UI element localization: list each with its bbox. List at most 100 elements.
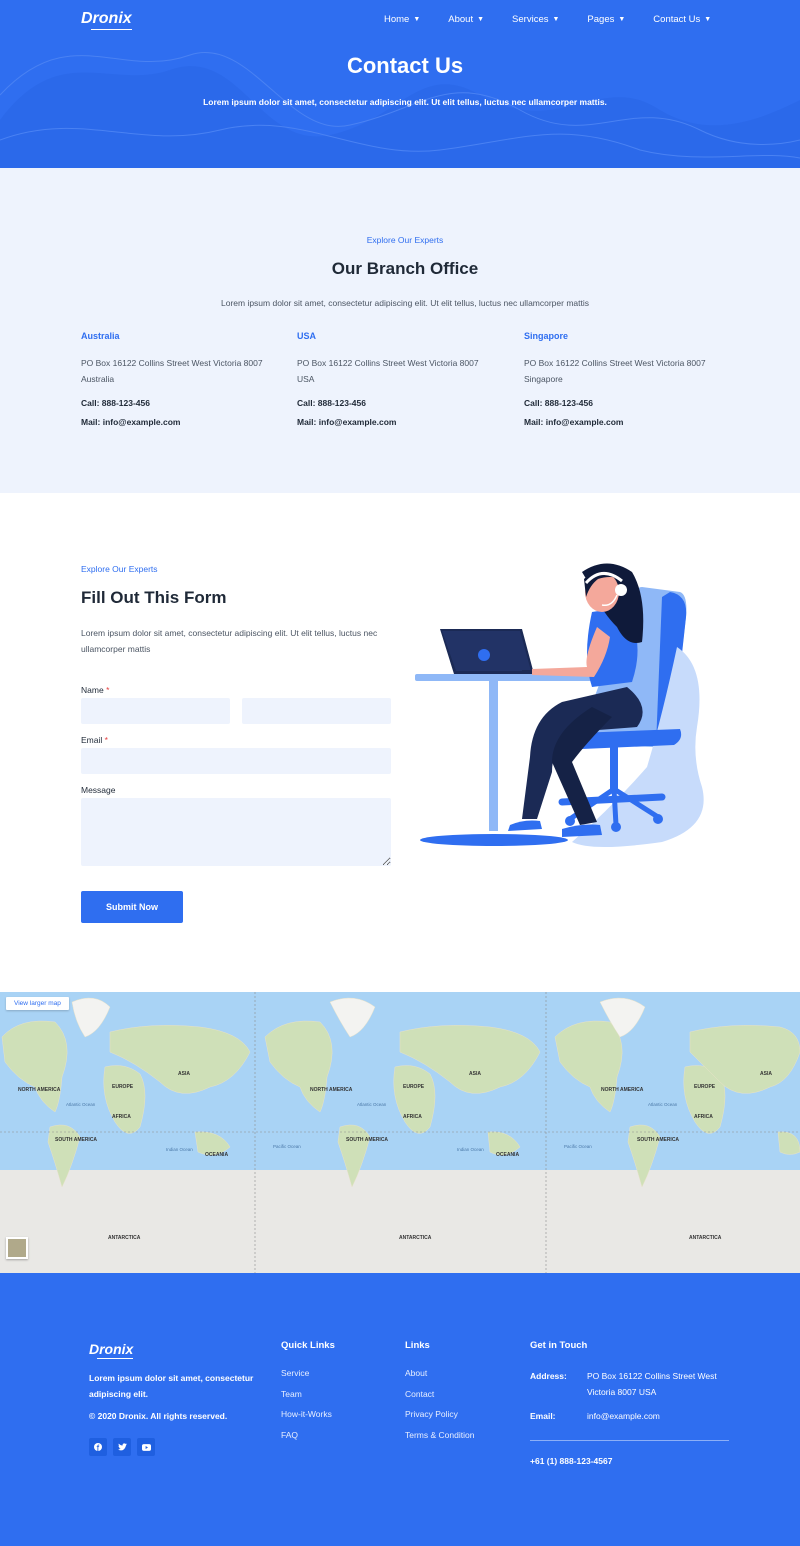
footer-copyright: © 2020 Dronix. All rights reserved.: [89, 1411, 228, 1421]
chevron-down-icon: ▼: [704, 16, 712, 23]
nav-item-pages[interactable]: Pages ▼: [587, 14, 625, 25]
footer-email-value[interactable]: info@example.com: [587, 1408, 727, 1424]
last-name-input[interactable]: [242, 698, 391, 724]
office-email[interactable]: Mail: info@example.com: [524, 417, 724, 427]
footer-address-key: Address:: [530, 1371, 567, 1381]
nav-home-label: Home: [384, 14, 410, 25]
main-nav: Home ▼ About ▼ Services ▼ Pages ▼ Contact Us…: [384, 14, 711, 25]
email-label-text: Email: [81, 735, 103, 745]
name-label: Name *: [81, 685, 109, 695]
required-marker: *: [106, 685, 110, 695]
office-address: PO Box 16122 Collins Street West Victori…: [81, 358, 263, 384]
form-title: Fill Out This Form: [81, 588, 227, 607]
map-label-europe: EUROPE: [403, 1084, 425, 1090]
map-label-europe: EUROPE: [112, 1084, 134, 1090]
required-marker: *: [104, 735, 108, 745]
twitter-icon[interactable]: [113, 1438, 131, 1456]
office-email[interactable]: Mail: info@example.com: [81, 417, 281, 427]
footer-link-service[interactable]: Service: [281, 1368, 332, 1380]
message-label: Message: [81, 785, 116, 795]
map-label-south-america: SOUTH AMERICA: [637, 1137, 680, 1143]
footer-link-contact[interactable]: Contact: [405, 1389, 474, 1401]
footer-link-team[interactable]: Team: [281, 1389, 332, 1401]
page-subtitle: Lorem ipsum dolor sit amet, consectetur …: [203, 97, 607, 107]
branch-title: Our Branch Office: [331, 259, 479, 278]
map-label-asia: ASIA: [469, 1071, 481, 1077]
quick-links-title: Quick Links: [281, 1340, 335, 1351]
nav-item-services[interactable]: Services ▼: [512, 14, 559, 25]
nav-services-label: Services: [512, 14, 549, 25]
links-list: About Contact Privacy Policy Terms & Con…: [405, 1368, 474, 1441]
map-label-atlantic: Atlantic Ocean: [648, 1102, 678, 1107]
office-city: USA: [297, 331, 317, 341]
nav-item-about[interactable]: About ▼: [448, 14, 484, 25]
map-label-north-america: NORTH AMERICA: [601, 1087, 644, 1093]
site-logo[interactable]: Dronix: [81, 10, 132, 30]
page-title: Contact Us: [346, 53, 464, 78]
social-links: [89, 1438, 155, 1456]
branch-lead: Lorem ipsum dolor sit amet, consectetur …: [220, 298, 589, 308]
map-label-atlantic: Atlantic Ocean: [66, 1102, 96, 1107]
map-label-antarctica: ANTARCTICA: [689, 1235, 722, 1241]
hero-header: Dronix Home ▼ About ▼ Services ▼ Pages ▼ Con…: [0, 0, 800, 168]
footer-link-terms[interactable]: Terms & Condition: [405, 1430, 474, 1442]
office-city: Australia: [81, 331, 120, 341]
footer-email-key: Email:: [530, 1411, 556, 1421]
office-phone[interactable]: Call: 888-123-456: [81, 398, 281, 408]
form-lead: Lorem ipsum dolor sit amet, consectetur …: [81, 628, 378, 654]
map-label-south-america: SOUTH AMERICA: [346, 1137, 389, 1143]
footer-link-how-it-works[interactable]: How-it-Works: [281, 1409, 332, 1421]
support-agent-illustration: [415, 563, 704, 847]
footer-link-faq[interactable]: FAQ: [281, 1430, 332, 1442]
map-label-oceania: OCEANIA: [496, 1152, 520, 1158]
map-label-africa: AFRICA: [694, 1114, 713, 1120]
office-phone[interactable]: Call: 888-123-456: [297, 398, 497, 408]
links-title: Links: [405, 1340, 430, 1351]
office-phone[interactable]: Call: 888-123-456: [524, 398, 724, 408]
footer-phone[interactable]: +61 (1) 888-123-4567: [530, 1456, 612, 1466]
map-label-south-america: SOUTH AMERICA: [55, 1137, 98, 1143]
nav-item-contact[interactable]: Contact Us ▼: [653, 14, 711, 25]
facebook-icon[interactable]: [89, 1438, 107, 1456]
map-label-oceania: OCEANIA: [205, 1152, 229, 1158]
site-footer: Dronix Lorem ipsum dolor sit amet, conse…: [0, 1273, 800, 1546]
map-label-pacific: Pacific Ocean: [273, 1144, 301, 1149]
location-map[interactable]: View larger map NORTH AMERICA EUROPE ASI…: [0, 992, 800, 1273]
map-label-atlantic: Atlantic Ocean: [357, 1102, 387, 1107]
footer-link-about[interactable]: About: [405, 1368, 474, 1380]
chevron-down-icon: ▼: [477, 16, 485, 23]
nav-contact-label: Contact Us: [653, 14, 701, 25]
submit-button[interactable]: Submit Now: [81, 891, 183, 923]
map-label-pacific: Pacific Ocean: [564, 1144, 592, 1149]
office-email[interactable]: Mail: info@example.com: [297, 417, 497, 427]
map-label-indian: Indian Ocean: [457, 1147, 484, 1152]
office-card-usa: USA PO Box 16122 Collins Street West Vic…: [297, 331, 497, 427]
map-label-africa: AFRICA: [403, 1114, 422, 1120]
map-label-antarctica: ANTARCTICA: [108, 1235, 141, 1241]
email-label: Email *: [81, 735, 108, 745]
email-field[interactable]: [81, 748, 391, 774]
footer-logo[interactable]: Dronix: [89, 1341, 134, 1359]
map-satellite-toggle[interactable]: [6, 1237, 28, 1259]
quick-links-list: Service Team How-it-Works FAQ: [281, 1368, 332, 1441]
world-map-tiles: [0, 992, 800, 1273]
footer-link-privacy[interactable]: Privacy Policy: [405, 1409, 474, 1421]
map-label-antarctica: ANTARCTICA: [399, 1235, 432, 1241]
map-label-north-america: NORTH AMERICA: [310, 1087, 353, 1093]
contact-form-section: Explore Our Experts Fill Out This Form L…: [0, 493, 800, 992]
message-textarea[interactable]: [81, 798, 391, 866]
view-larger-map-button[interactable]: View larger map: [6, 997, 69, 1010]
nav-pages-label: Pages: [587, 14, 615, 25]
map-label-north-america: NORTH AMERICA: [18, 1087, 61, 1093]
nav-item-home[interactable]: Home ▼: [384, 14, 420, 25]
chevron-down-icon: ▼: [618, 16, 626, 23]
map-label-indian: Indian Ocean: [166, 1147, 193, 1152]
first-name-input[interactable]: [81, 698, 230, 724]
chevron-down-icon: ▼: [413, 16, 421, 23]
office-address: PO Box 16122 Collins Street West Victori…: [524, 358, 706, 384]
footer-divider: [530, 1440, 729, 1441]
map-label-europe: EUROPE: [694, 1084, 716, 1090]
office-card-singapore: Singapore PO Box 16122 Collins Street We…: [524, 331, 724, 427]
youtube-icon[interactable]: [137, 1438, 155, 1456]
branch-office-section: Explore Our Experts Our Branch Office Lo…: [0, 168, 800, 493]
